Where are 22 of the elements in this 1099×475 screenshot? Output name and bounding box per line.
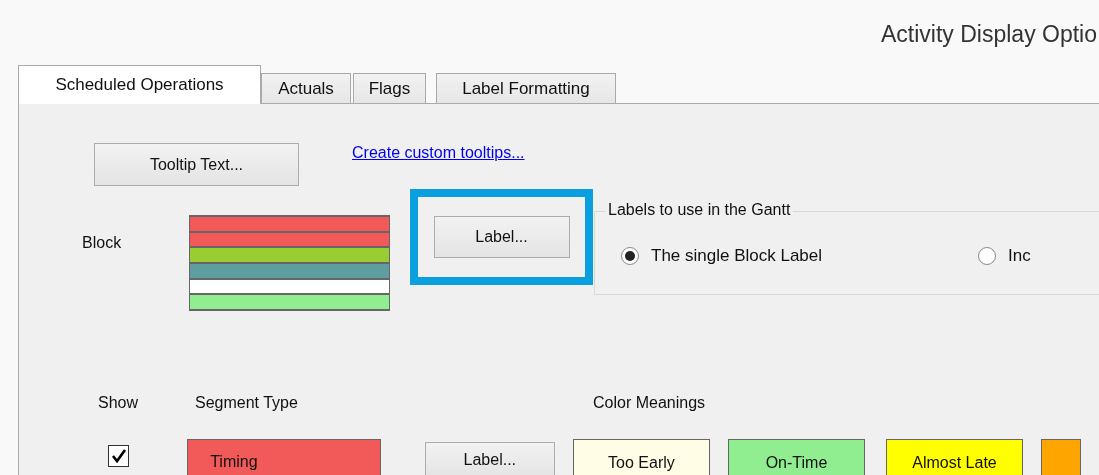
color-meaning-box: On-Time: [727, 439, 865, 475]
color-meaning-box: Almost Late: [886, 439, 1023, 475]
tab[interactable]: Scheduled Operations: [18, 65, 261, 104]
tooltip-text-button[interactable]: Tooltip Text...: [94, 143, 299, 186]
tab[interactable]: Flags: [353, 73, 426, 103]
radio-button[interactable]: [978, 247, 997, 265]
checkbox[interactable]: [108, 445, 130, 467]
color-meaning-box: Too Early: [572, 439, 710, 475]
tab[interactable]: Label Formatting: [436, 73, 616, 103]
label-button[interactable]: Label...: [433, 216, 570, 258]
radio-label: Inc: [1008, 246, 1031, 266]
radio-label: The single Block Label: [651, 246, 823, 266]
radio-button[interactable]: [621, 247, 639, 265]
segment-type-box: Timing: [187, 439, 381, 475]
window-title: Activity Display Optio: [881, 19, 1097, 48]
block-label: Block: [81, 234, 123, 253]
column-header: Show: [98, 394, 140, 413]
column-header: Segment Type: [195, 394, 299, 413]
create-tooltips-link[interactable]: Create custom tooltips...: [352, 144, 525, 162]
label-button[interactable]: Label...: [424, 442, 555, 475]
tab[interactable]: Actuals: [261, 73, 351, 103]
column-header: Color Meanings: [593, 394, 706, 413]
